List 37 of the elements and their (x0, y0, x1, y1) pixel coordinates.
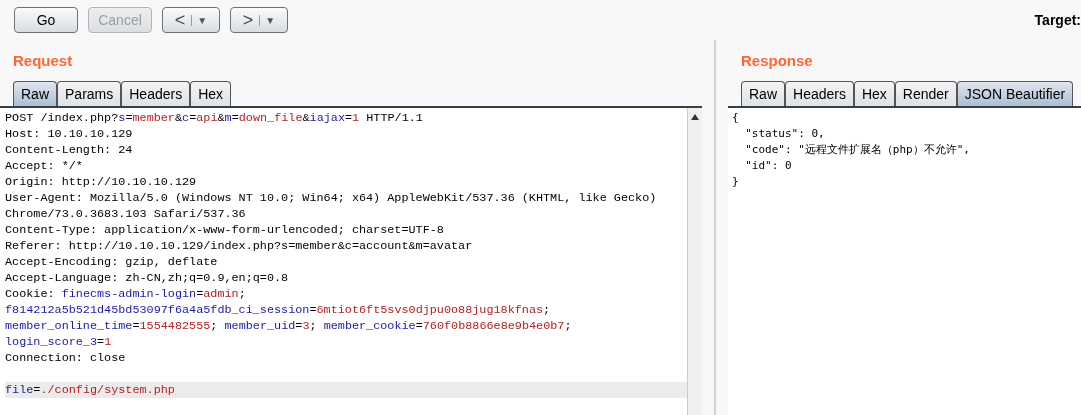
request-line: Accept-Encoding: gzip, deflate (5, 254, 219, 270)
go-button[interactable]: Go (14, 7, 78, 33)
response-line: { (732, 110, 740, 126)
response-line: "status": 0, (744, 126, 826, 142)
request-line: f814212a5b521d45bd53097f6a4a5fdb_ci_session=6mtiot6ft5svs0djpu0o88jug18kfnas; (5, 302, 552, 318)
editor-tab[interactable]: Raw (13, 81, 57, 106)
request-title: Request (12, 51, 74, 70)
request-line: Host: 10.10.10.129 (5, 126, 134, 142)
forward-button[interactable]: > ▼ (230, 7, 288, 33)
request-line: Chrome/73.0.3683.103 Safari/537.36 (5, 206, 247, 222)
scroll-up-icon[interactable] (690, 112, 700, 122)
request-line: login_score_3=1 (5, 334, 113, 350)
request-line: Connection: close (5, 350, 127, 366)
request-line: Referer: http://10.10.10.129/index.php?s=member&c=account&m=avatar (5, 238, 474, 254)
request-line: member_online_time=1554482555; member_uid=3; member_cookie=760f0b8866e8e9b4e0b7; (5, 318, 573, 334)
editor-tab[interactable]: Raw (741, 81, 785, 106)
editor-tab[interactable]: Hex (190, 81, 232, 106)
request-line: Content-Length: 24 (5, 142, 134, 158)
response-title: Response (740, 51, 814, 70)
response-line: } (732, 174, 740, 190)
editor-tab[interactable]: Hex (853, 81, 895, 106)
request-line: Accept: */* (5, 158, 84, 174)
response-line: "id": 0 (744, 158, 793, 174)
target-label: Target: (1034, 12, 1081, 28)
request-line: Cookie: finecms-admin-login=admin; (5, 286, 247, 302)
request-line: POST /index.php?s=member&c=api&m=down_file&iajax=1 HTTP/1.1 (5, 110, 424, 126)
response-line: "code": "远程文件扩展名（php）不允许", (744, 142, 971, 158)
request-line: Content-Type: application/x-www-form-urlencoded; charset=UTF-8 (5, 222, 445, 238)
editor-tab[interactable]: JSON Beautifier (956, 81, 1074, 106)
editor-tab[interactable]: Headers (121, 81, 191, 106)
back-button[interactable]: < ▼ (162, 7, 220, 33)
request-line: User-Agent: Mozilla/5.0 (Windows NT 10.0; Win64; x64) AppleWebKit/537.36 (KHTML, like Gecko) (5, 190, 658, 206)
editor-tab[interactable]: Params (57, 81, 122, 106)
request-line: Origin: http://10.10.10.129 (5, 174, 198, 190)
editor-tab[interactable]: Render (894, 81, 957, 106)
request-line: Accept-Language: zh-CN,zh;q=0.9,en;q=0.8 (5, 270, 290, 286)
editor-tab[interactable]: Headers (785, 81, 854, 106)
